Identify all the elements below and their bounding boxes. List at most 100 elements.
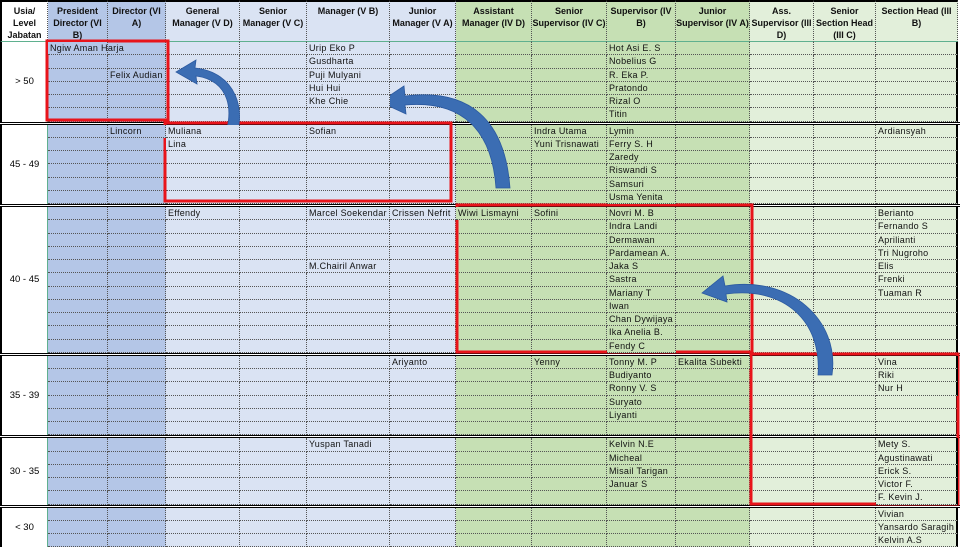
empty-cell[interactable]: [750, 233, 814, 247]
empty-cell[interactable]: [532, 422, 607, 436]
empty-cell[interactable]: [750, 68, 814, 82]
employee-cell[interactable]: Tuaman R: [876, 286, 958, 300]
empty-cell[interactable]: [390, 395, 456, 409]
empty-cell[interactable]: [240, 339, 307, 353]
employee-cell[interactable]: Yuspan Tanadi: [307, 438, 390, 452]
employee-cell[interactable]: Vina: [876, 355, 958, 369]
empty-cell[interactable]: [456, 220, 532, 234]
empty-cell[interactable]: [456, 95, 532, 109]
empty-cell[interactable]: [814, 520, 876, 534]
empty-cell[interactable]: [456, 299, 532, 313]
empty-cell[interactable]: [876, 108, 958, 122]
empty-cell[interactable]: [876, 299, 958, 313]
employee-cell[interactable]: Usma Yenita: [607, 190, 676, 204]
empty-cell[interactable]: [390, 451, 456, 465]
employee-cell[interactable]: Suryato: [607, 395, 676, 409]
empty-cell[interactable]: [307, 299, 390, 313]
empty-cell[interactable]: [307, 326, 390, 340]
empty-cell[interactable]: [814, 395, 876, 409]
empty-cell[interactable]: [240, 55, 307, 69]
empty-cell[interactable]: [48, 177, 108, 191]
empty-cell[interactable]: [532, 177, 607, 191]
empty-cell[interactable]: [750, 382, 814, 396]
employee-cell[interactable]: Sastra: [607, 273, 676, 287]
empty-cell[interactable]: [108, 369, 166, 383]
employee-cell[interactable]: Liyanti: [607, 408, 676, 422]
empty-cell[interactable]: [108, 260, 166, 274]
employee-cell[interactable]: Fernando S: [876, 220, 958, 234]
empty-cell[interactable]: [876, 395, 958, 409]
employee-cell[interactable]: Yuni Trisnawati: [532, 137, 607, 151]
empty-cell[interactable]: [48, 451, 108, 465]
employee-cell[interactable]: Aprilianti: [876, 233, 958, 247]
empty-cell[interactable]: [240, 520, 307, 534]
employee-cell[interactable]: Khe Chie: [307, 95, 390, 109]
empty-cell[interactable]: [876, 55, 958, 69]
empty-cell[interactable]: [676, 68, 750, 82]
empty-cell[interactable]: [456, 491, 532, 505]
empty-cell[interactable]: [456, 355, 532, 369]
empty-cell[interactable]: [390, 339, 456, 353]
empty-cell[interactable]: [166, 246, 240, 260]
empty-cell[interactable]: [108, 326, 166, 340]
column-header[interactable]: Junior Manager (V A): [390, 0, 456, 42]
empty-cell[interactable]: [390, 313, 456, 327]
empty-cell[interactable]: [750, 137, 814, 151]
empty-cell[interactable]: [676, 190, 750, 204]
empty-cell[interactable]: [390, 299, 456, 313]
empty-cell[interactable]: [814, 164, 876, 178]
empty-cell[interactable]: [532, 478, 607, 492]
employee-cell[interactable]: Muliana: [166, 124, 240, 138]
employee-cell[interactable]: Gusdharta: [307, 55, 390, 69]
empty-cell[interactable]: [108, 339, 166, 353]
empty-cell[interactable]: [48, 478, 108, 492]
empty-cell[interactable]: [532, 339, 607, 353]
empty-cell[interactable]: [607, 534, 676, 548]
employee-cell[interactable]: Misail Tarigan: [607, 464, 676, 478]
empty-cell[interactable]: [390, 260, 456, 274]
empty-cell[interactable]: [108, 464, 166, 478]
empty-cell[interactable]: [240, 382, 307, 396]
empty-cell[interactable]: [166, 507, 240, 521]
empty-cell[interactable]: [532, 313, 607, 327]
empty-cell[interactable]: [676, 507, 750, 521]
empty-cell[interactable]: [390, 326, 456, 340]
empty-cell[interactable]: [108, 491, 166, 505]
employee-cell[interactable]: Zaredy: [607, 151, 676, 165]
empty-cell[interactable]: [240, 507, 307, 521]
empty-cell[interactable]: [307, 451, 390, 465]
empty-cell[interactable]: [676, 233, 750, 247]
empty-cell[interactable]: [166, 151, 240, 165]
empty-cell[interactable]: [676, 42, 750, 56]
empty-cell[interactable]: [108, 246, 166, 260]
empty-cell[interactable]: [48, 68, 108, 82]
empty-cell[interactable]: [814, 260, 876, 274]
employee-cell[interactable]: Iwan: [607, 299, 676, 313]
empty-cell[interactable]: [876, 95, 958, 109]
employee-cell[interactable]: Hot Asi E. S: [607, 42, 676, 56]
empty-cell[interactable]: [390, 438, 456, 452]
column-header[interactable]: President Director (VI B): [48, 0, 108, 42]
employee-cell[interactable]: Frenki: [876, 273, 958, 287]
empty-cell[interactable]: [48, 464, 108, 478]
empty-cell[interactable]: [750, 95, 814, 109]
empty-cell[interactable]: [607, 491, 676, 505]
empty-cell[interactable]: [240, 422, 307, 436]
empty-cell[interactable]: [676, 260, 750, 274]
empty-cell[interactable]: [166, 299, 240, 313]
empty-cell[interactable]: [307, 491, 390, 505]
employee-cell[interactable]: Elis: [876, 260, 958, 274]
empty-cell[interactable]: [108, 207, 166, 221]
employee-cell[interactable]: Wiwi Lismayni: [456, 207, 532, 221]
empty-cell[interactable]: [166, 95, 240, 109]
column-header[interactable]: Director (VI A): [108, 0, 166, 42]
empty-cell[interactable]: [166, 395, 240, 409]
empty-cell[interactable]: [814, 534, 876, 548]
empty-cell[interactable]: [390, 55, 456, 69]
empty-cell[interactable]: [48, 299, 108, 313]
empty-cell[interactable]: [814, 369, 876, 383]
empty-cell[interactable]: [676, 246, 750, 260]
empty-cell[interactable]: [240, 81, 307, 95]
empty-cell[interactable]: [607, 507, 676, 521]
empty-cell[interactable]: [676, 137, 750, 151]
